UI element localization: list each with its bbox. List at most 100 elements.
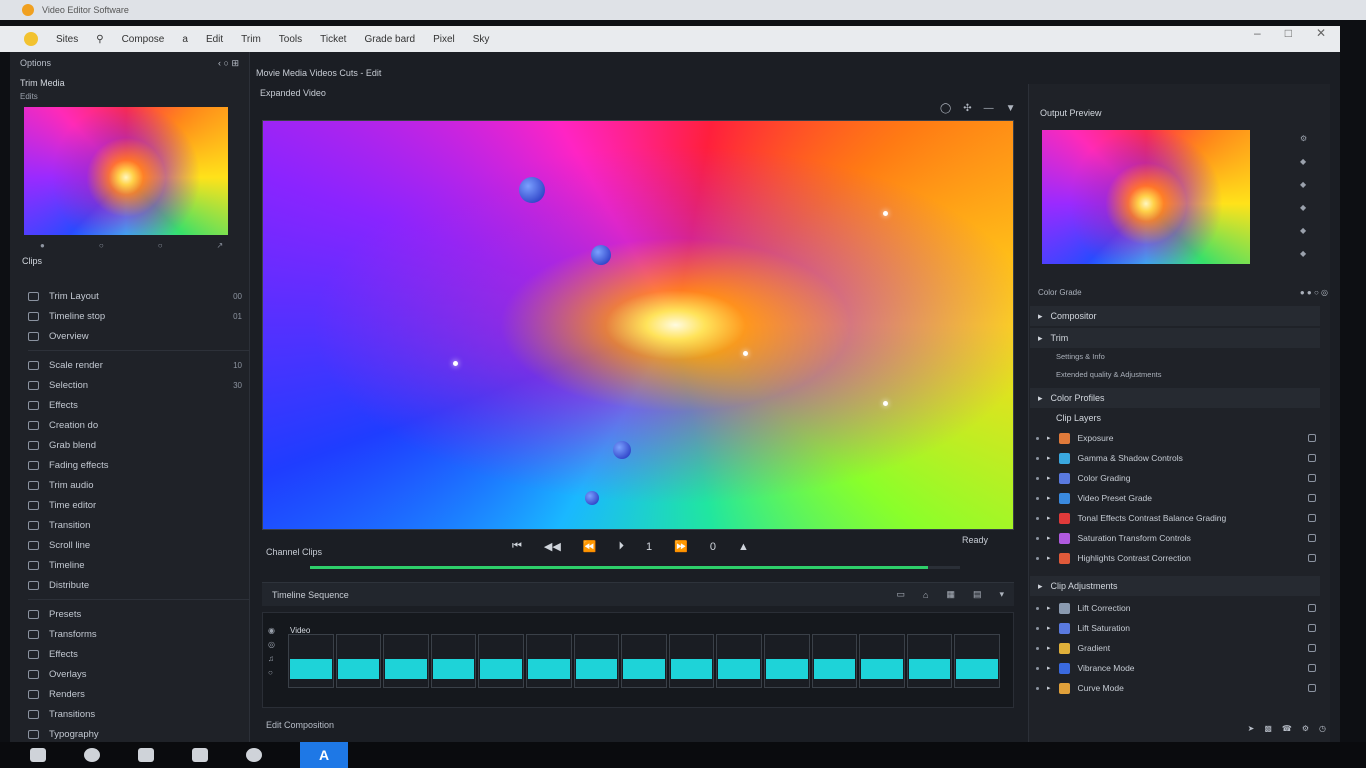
left-menu-item[interactable]: Timeline <box>28 555 250 575</box>
chevron-right-icon[interactable]: ▸ <box>1047 554 1051 562</box>
layer-item[interactable]: ▸ Highlights Contrast Correction <box>1036 548 1316 568</box>
chevron-right-icon[interactable]: ▸ <box>1047 684 1051 692</box>
visibility-icon[interactable] <box>1308 454 1316 462</box>
left-menu-item[interactable]: Timeline stop 01 <box>28 306 250 326</box>
menu-item[interactable]: Edit <box>206 34 223 45</box>
panel-controls-icon[interactable]: ‹ ○ ⊞ <box>218 58 239 69</box>
video-clip[interactable] <box>525 634 572 688</box>
chevron-right-icon[interactable]: ▸ <box>1047 454 1051 462</box>
menu-item[interactable]: Grade bard <box>364 34 415 45</box>
left-menu-item[interactable]: Typography <box>28 724 250 744</box>
chevron-right-icon[interactable]: ▸ <box>1047 604 1051 612</box>
snap-icon[interactable]: ▦ <box>946 589 955 600</box>
browser-icon[interactable] <box>84 748 100 762</box>
video-clip[interactable] <box>288 634 334 688</box>
layer-item[interactable]: ▸ Vibrance Mode <box>1036 658 1316 678</box>
chevron-right-icon[interactable]: ▸ <box>1047 474 1051 482</box>
razor-icon[interactable]: ▭ <box>896 589 905 600</box>
visibility-icon[interactable] <box>1308 534 1316 542</box>
dropdown-icon[interactable]: ▼ <box>1006 103 1016 114</box>
video-preview[interactable] <box>262 120 1014 530</box>
video-clip[interactable] <box>573 634 620 688</box>
start-icon[interactable] <box>30 748 46 762</box>
menu-item[interactable]: Tools <box>279 34 302 45</box>
tool-icon[interactable]: ◆ <box>1300 157 1307 166</box>
tool-icon[interactable]: ◆ <box>1300 180 1307 189</box>
visibility-icon[interactable] <box>1308 604 1316 612</box>
menu-item[interactable]: Compose <box>122 34 165 45</box>
left-menu-item[interactable]: Time editor <box>28 495 250 515</box>
visibility-icon[interactable] <box>1308 514 1316 522</box>
menu-item[interactable]: Sky <box>473 34 490 45</box>
search-icon[interactable]: ⚲ <box>96 34 103 45</box>
media-sub-label[interactable]: Edits <box>10 92 249 101</box>
grade-controls-icon[interactable]: ● ● ○ ◎ <box>1300 288 1328 297</box>
transport-button[interactable]: ⏮ <box>512 540 522 553</box>
visibility-icon[interactable] <box>1308 554 1316 562</box>
menu-item[interactable]: Pixel <box>433 34 455 45</box>
left-menu-item[interactable]: Creation do <box>28 415 250 435</box>
audio-icon[interactable]: ♫ <box>268 654 275 663</box>
layer-item[interactable]: ▸ Gamma & Shadow Controls <box>1036 448 1316 468</box>
settings-icon[interactable]: ⚙ <box>1300 134 1307 143</box>
left-menu-item[interactable]: Effects <box>28 395 250 415</box>
left-menu-item[interactable]: Transforms <box>28 624 250 644</box>
menu-item[interactable]: a <box>182 34 188 45</box>
chevron-right-icon[interactable]: ▸ <box>1047 664 1051 672</box>
playback-progress[interactable] <box>310 566 960 569</box>
eye-icon[interactable]: ◉ <box>268 626 275 635</box>
video-clip[interactable] <box>763 634 810 688</box>
chevron-right-icon[interactable]: ▸ <box>1047 644 1051 652</box>
settings-icon[interactable] <box>246 748 262 762</box>
right-section-header[interactable]: ▸ Color Profiles <box>1030 388 1320 408</box>
layer-item[interactable]: ▸ Video Preset Grade <box>1036 488 1316 508</box>
video-clip[interactable] <box>668 634 715 688</box>
video-clip[interactable] <box>335 634 382 688</box>
lock-icon[interactable]: ◎ <box>268 640 275 649</box>
editor-tab[interactable]: Movie Media Videos Cuts - Edit <box>256 68 381 78</box>
logo-icon[interactable] <box>24 32 38 46</box>
visibility-icon[interactable] <box>1308 644 1316 652</box>
shield-icon[interactable]: ◯ <box>940 103 951 114</box>
video-clip[interactable] <box>430 634 477 688</box>
menu-item[interactable]: Ticket <box>320 34 346 45</box>
left-menu-item[interactable]: Selection 30 <box>28 375 250 395</box>
video-clip[interactable] <box>478 634 524 688</box>
tool-icon[interactable]: ◆ <box>1300 249 1307 258</box>
transport-button[interactable]: 0 <box>710 541 716 553</box>
layer-item[interactable]: ▸ Color Grading <box>1036 468 1316 488</box>
visibility-icon[interactable] <box>1308 624 1316 632</box>
left-menu-item[interactable]: Fading effects <box>28 455 250 475</box>
layer-item[interactable]: ▸ Lift Saturation <box>1036 618 1316 638</box>
transport-button[interactable]: ⏵ <box>619 540 625 553</box>
right-section-header[interactable]: ▸ Clip Adjustments <box>1030 576 1320 596</box>
tray-icon[interactable]: ☎ <box>1282 724 1292 733</box>
layer-item[interactable]: ▸ Curve Mode <box>1036 678 1316 698</box>
expand-icon[interactable]: ↗ <box>217 241 224 250</box>
tray-icon[interactable]: ▩ <box>1264 724 1272 733</box>
layer-item[interactable]: ▸ Saturation Transform Controls <box>1036 528 1316 548</box>
left-menu-item[interactable]: Overlays <box>28 664 250 684</box>
chevron-right-icon[interactable]: ▸ <box>1047 434 1051 442</box>
loop-icon[interactable]: ○ <box>99 241 104 250</box>
video-clip[interactable] <box>954 634 1000 688</box>
video-clip[interactable] <box>621 634 667 688</box>
video-clip[interactable] <box>811 634 858 688</box>
media-thumbnail[interactable] <box>24 107 228 235</box>
transport-button[interactable]: ▲ <box>738 541 749 553</box>
files-icon[interactable] <box>138 748 154 762</box>
play-icon[interactable]: ● <box>40 241 45 250</box>
mail-icon[interactable] <box>192 748 208 762</box>
tray-icon[interactable]: ➤ <box>1248 724 1255 733</box>
menu-item[interactable]: Trim <box>241 34 261 45</box>
left-menu-item[interactable]: Transition <box>28 515 250 535</box>
mute-icon[interactable]: ○ <box>268 668 275 677</box>
left-menu-item[interactable]: Distribute <box>28 575 250 595</box>
left-menu-item[interactable]: Trim Layout 00 <box>28 286 250 306</box>
visibility-icon[interactable] <box>1308 684 1316 692</box>
maximize-icon[interactable]: □ <box>1285 26 1292 40</box>
chevron-right-icon[interactable]: ▸ <box>1047 514 1051 522</box>
video-clip[interactable] <box>859 634 905 688</box>
chevron-right-icon[interactable]: ▸ <box>1047 624 1051 632</box>
visibility-icon[interactable] <box>1308 494 1316 502</box>
